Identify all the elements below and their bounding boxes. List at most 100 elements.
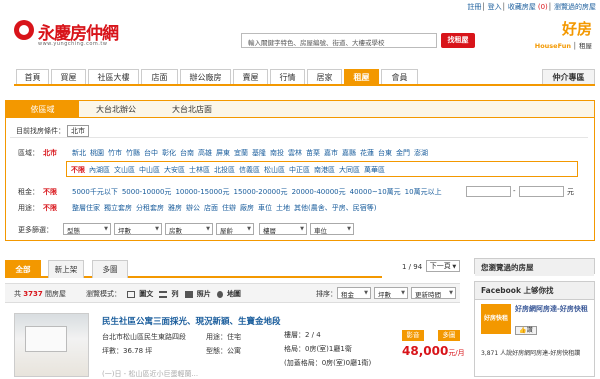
- tab-all[interactable]: 全部: [5, 260, 41, 278]
- city-link-17[interactable]: 台東: [378, 149, 392, 157]
- nav-sell[interactable]: 賣屋: [233, 69, 268, 84]
- city-link-0[interactable]: 新北: [72, 149, 86, 157]
- sort-updated[interactable]: 更新時間: [411, 287, 456, 299]
- use-option-0[interactable]: 整層住家: [72, 204, 100, 212]
- facebook-page-logo[interactable]: 好房快租: [481, 304, 511, 334]
- select-floor[interactable]: 樓層: [259, 223, 307, 235]
- city-link-9[interactable]: 宜蘭: [234, 149, 248, 157]
- favorites-link[interactable]: 收藏房屋: [508, 3, 536, 11]
- use-option-4[interactable]: 辦公: [186, 204, 200, 212]
- city-link-7[interactable]: 高雄: [198, 149, 212, 157]
- city-link-4[interactable]: 台中: [144, 149, 158, 157]
- facebook-like-button[interactable]: 👍讚: [515, 326, 537, 335]
- nav-market[interactable]: 行情: [270, 69, 305, 84]
- city-link-5[interactable]: 彰化: [162, 149, 176, 157]
- listing-photo[interactable]: [14, 313, 89, 377]
- nav-home[interactable]: 首頁: [16, 69, 49, 84]
- rent-option-3[interactable]: 15000-20000元: [234, 188, 288, 196]
- brand-logo[interactable]: 好房 HouseFun │ 租屋: [510, 18, 596, 52]
- city-link-11[interactable]: 南投: [270, 149, 284, 157]
- sort-area[interactable]: 坪數: [374, 287, 408, 299]
- rent-option-1[interactable]: 5000-10000元: [122, 188, 172, 196]
- login-link[interactable]: 登入: [488, 3, 502, 11]
- city-link-8[interactable]: 屏東: [216, 149, 230, 157]
- city-link-16[interactable]: 花蓮: [360, 149, 374, 157]
- nav-buy[interactable]: 買屋: [51, 69, 86, 84]
- tab-multi-photo[interactable]: 多圖: [92, 260, 128, 278]
- select-age[interactable]: 屋齡: [216, 223, 254, 235]
- use-option-2[interactable]: 分租套房: [136, 204, 164, 212]
- use-all[interactable]: 不限: [43, 204, 57, 212]
- area-selected[interactable]: 北市: [43, 149, 57, 157]
- rent-option-5[interactable]: 40000~10萬元: [350, 188, 401, 196]
- city-link-13[interactable]: 苗栗: [306, 149, 320, 157]
- city-link-12[interactable]: 雲林: [288, 149, 302, 157]
- nav-shop[interactable]: 店面: [141, 69, 178, 84]
- select-rooms[interactable]: 房數: [165, 223, 213, 235]
- city-link-10[interactable]: 基隆: [252, 149, 266, 157]
- recent-link[interactable]: 瀏覽過的房屋: [554, 3, 596, 11]
- nav-agent[interactable]: 仲介專區: [542, 69, 595, 84]
- rent-option-6[interactable]: 10萬元以上: [405, 188, 442, 196]
- district-link-9[interactable]: 南港區: [314, 166, 335, 174]
- sort-rent[interactable]: 租金: [337, 287, 371, 299]
- register-link[interactable]: 註冊: [467, 3, 481, 11]
- district-link-5[interactable]: 北投區: [214, 166, 235, 174]
- view-mode-photo[interactable]: 照片: [184, 290, 211, 298]
- use-option-10[interactable]: 其他(農舍、乎房、民宿等): [294, 204, 376, 212]
- listing-title[interactable]: 民生社區公寓三面採光、現況新穎、生寶金地段: [102, 315, 281, 327]
- select-area[interactable]: 坪數: [114, 223, 162, 235]
- nav-home-living[interactable]: 居家: [307, 69, 342, 84]
- district-link-10[interactable]: 大同區: [339, 166, 360, 174]
- tab-by-area[interactable]: 依區域: [6, 101, 79, 118]
- use-option-8[interactable]: 車位: [258, 204, 272, 212]
- nav-office[interactable]: 辦公廠房: [180, 69, 231, 84]
- rent-option-0[interactable]: 5000千元以下: [72, 188, 118, 196]
- district-link-6[interactable]: 信義區: [239, 166, 260, 174]
- next-listing-title[interactable]: (一)日 - 松山區近小巨蛋輕蘭...: [102, 369, 198, 379]
- select-type[interactable]: 型態: [63, 223, 111, 235]
- city-link-18[interactable]: 金門: [396, 149, 410, 157]
- city-link-14[interactable]: 嘉市: [324, 149, 338, 157]
- next-page-button[interactable]: 下一頁 ▼: [426, 260, 460, 272]
- city-link-6[interactable]: 台南: [180, 149, 194, 157]
- district-link-7[interactable]: 松山區: [264, 166, 285, 174]
- facebook-page-name[interactable]: 好房網阿房達-好房快租: [515, 304, 593, 314]
- rent-option-4[interactable]: 20000-40000元: [292, 188, 346, 196]
- district-link-4[interactable]: 士林區: [189, 166, 210, 174]
- tab-new[interactable]: 新上架: [48, 260, 84, 278]
- use-option-1[interactable]: 獨立套房: [104, 204, 132, 212]
- rent-min-input[interactable]: [466, 186, 511, 197]
- rent-all[interactable]: 不限: [43, 188, 57, 196]
- video-badge[interactable]: 影音: [402, 330, 424, 341]
- district-link-2[interactable]: 中山區: [139, 166, 160, 174]
- rent-max-input[interactable]: [519, 186, 564, 197]
- nav-member[interactable]: 會員: [381, 69, 418, 84]
- use-option-9[interactable]: 土地: [276, 204, 290, 212]
- city-link-19[interactable]: 澎湖: [414, 149, 428, 157]
- city-link-2[interactable]: 竹市: [108, 149, 122, 157]
- view-mode-list[interactable]: 列: [159, 290, 178, 298]
- site-logo[interactable]: 永慶房仲網 www.yungching.com.tw: [14, 18, 126, 54]
- city-link-1[interactable]: 桃園: [90, 149, 104, 157]
- use-option-3[interactable]: 雅房: [168, 204, 182, 212]
- search-input[interactable]: 輸入關鍵字特色、房屋編號、街道、大樓或學校: [241, 33, 437, 48]
- city-link-15[interactable]: 嘉縣: [342, 149, 356, 157]
- photos-badge[interactable]: 多圖: [438, 330, 460, 341]
- district-link-0[interactable]: 內湖區: [89, 166, 110, 174]
- nav-rent[interactable]: 租屋: [344, 69, 379, 84]
- use-option-7[interactable]: 廠房: [240, 204, 254, 212]
- condition-chip[interactable]: 北市: [67, 125, 89, 137]
- rent-option-2[interactable]: 10000-15000元: [175, 188, 229, 196]
- search-button[interactable]: 找租屋: [441, 33, 475, 48]
- district-all[interactable]: 不限: [71, 166, 85, 174]
- district-link-11[interactable]: 萬華區: [364, 166, 385, 174]
- view-mode-map[interactable]: 地圖: [216, 290, 241, 298]
- district-link-3[interactable]: 大安區: [164, 166, 185, 174]
- tab-taipei-office[interactable]: 大台北辦公: [96, 101, 136, 118]
- use-option-5[interactable]: 店面: [204, 204, 218, 212]
- district-link-1[interactable]: 文山區: [114, 166, 135, 174]
- use-option-6[interactable]: 住辦: [222, 204, 236, 212]
- city-link-3[interactable]: 竹縣: [126, 149, 140, 157]
- district-link-8[interactable]: 中正區: [289, 166, 310, 174]
